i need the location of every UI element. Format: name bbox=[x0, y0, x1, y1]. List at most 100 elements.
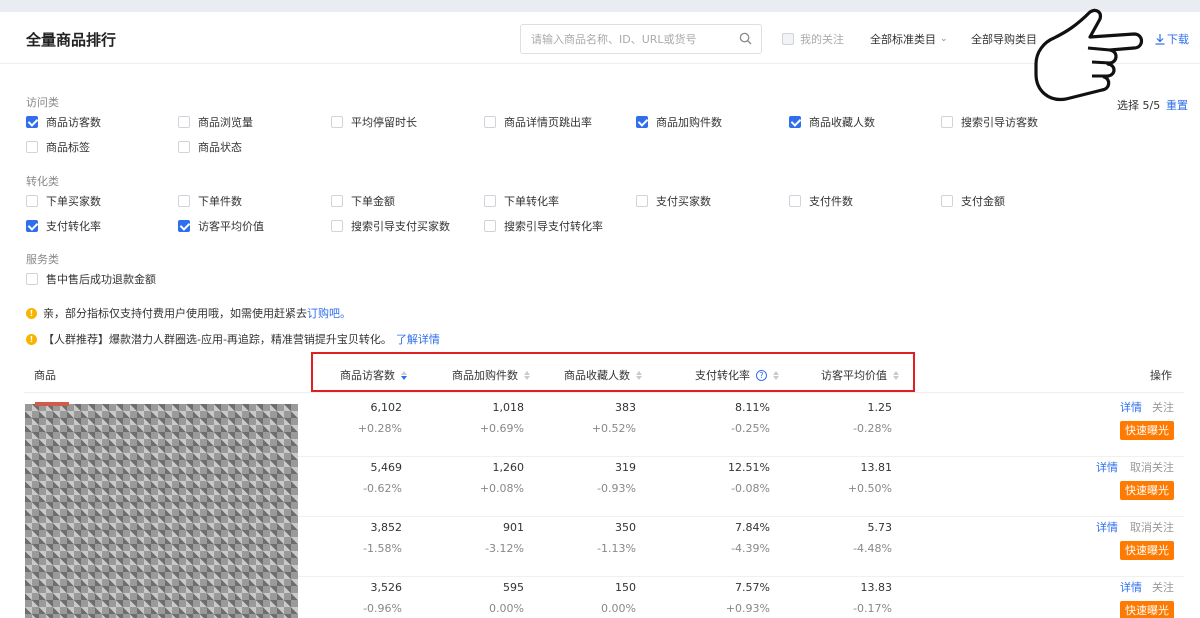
download-label: 下载 bbox=[1167, 33, 1189, 46]
cell-visitors: 6,102 +0.28% bbox=[282, 397, 402, 439]
option-pay-buyers[interactable]: 支付买家数 bbox=[636, 193, 711, 209]
product-image-mosaic[interactable] bbox=[25, 404, 298, 618]
learn-more-link[interactable]: 了解详情 bbox=[396, 331, 440, 347]
standard-category-label: 全部标准类目 bbox=[870, 33, 936, 46]
option-search-visitors[interactable]: 搜索引导访客数 bbox=[941, 114, 1038, 130]
search-box[interactable] bbox=[520, 24, 762, 54]
detail-link[interactable]: 详情 bbox=[1096, 517, 1118, 538]
change: -3.12% bbox=[485, 542, 524, 555]
follow-link[interactable]: 关注 bbox=[1152, 397, 1174, 418]
option-order-buyers[interactable]: 下单买家数 bbox=[26, 193, 101, 209]
cell-favorites: 383 +0.52% bbox=[516, 397, 636, 439]
checkbox[interactable] bbox=[331, 195, 343, 207]
option-label: 商品详情页跳出率 bbox=[504, 116, 592, 129]
checkbox[interactable] bbox=[178, 195, 190, 207]
option-label: 商品访客数 bbox=[46, 116, 101, 129]
download-button[interactable]: 下载 bbox=[1155, 31, 1189, 47]
quick-expose-button[interactable]: 快速曝光 bbox=[1120, 601, 1174, 618]
cell-pay-conv: 8.11% -0.25% bbox=[650, 397, 770, 439]
option-product-status[interactable]: 商品状态 bbox=[178, 139, 242, 155]
checkbox[interactable] bbox=[26, 273, 38, 285]
unfollow-link[interactable]: 取消关注 bbox=[1130, 517, 1174, 538]
search-icon[interactable] bbox=[739, 32, 752, 45]
change: -0.93% bbox=[597, 482, 636, 495]
option-label: 商品状态 bbox=[198, 141, 242, 154]
unfollow-link[interactable]: 取消关注 bbox=[1130, 457, 1174, 478]
value: 5,469 bbox=[370, 461, 403, 474]
checkbox[interactable] bbox=[789, 195, 801, 207]
checkbox[interactable] bbox=[484, 220, 496, 232]
detail-link[interactable]: 详情 bbox=[1096, 457, 1118, 478]
guide-category-dropdown[interactable]: 全部导购类目 bbox=[971, 31, 1037, 47]
change: -0.25% bbox=[731, 422, 770, 435]
cell-add-cart: 595 0.00% bbox=[404, 577, 524, 618]
option-pay-conv-rate[interactable]: 支付转化率 bbox=[26, 218, 101, 234]
checkbox[interactable] bbox=[331, 116, 343, 128]
checkbox[interactable] bbox=[636, 116, 648, 128]
option-add-cart[interactable]: 商品加购件数 bbox=[636, 114, 722, 130]
change: -4.48% bbox=[853, 542, 892, 555]
value: 13.83 bbox=[860, 581, 893, 594]
quick-expose-button[interactable]: 快速曝光 bbox=[1120, 541, 1174, 560]
my-follow-filter[interactable]: 我的关注 bbox=[782, 31, 844, 47]
row-ops: 详情 关注 快速曝光 bbox=[1054, 577, 1174, 618]
detail-link[interactable]: 详情 bbox=[1120, 577, 1142, 598]
option-label: 支付金额 bbox=[961, 195, 1005, 208]
checkbox[interactable] bbox=[26, 116, 38, 128]
option-label: 下单转化率 bbox=[504, 195, 559, 208]
selection-count: 选择 5/5 bbox=[1117, 99, 1161, 112]
quick-expose-button[interactable]: 快速曝光 bbox=[1120, 421, 1174, 440]
option-favorites[interactable]: 商品收藏人数 bbox=[789, 114, 875, 130]
change: -0.96% bbox=[363, 602, 402, 615]
reset-button[interactable]: 重置 bbox=[1166, 97, 1188, 113]
option-label: 下单买家数 bbox=[46, 195, 101, 208]
change: +0.52% bbox=[591, 422, 636, 435]
checkbox[interactable] bbox=[789, 116, 801, 128]
option-label: 支付买家数 bbox=[656, 195, 711, 208]
option-pageviews[interactable]: 商品浏览量 bbox=[178, 114, 253, 130]
option-order-amount[interactable]: 下单金额 bbox=[331, 193, 395, 209]
option-visitor-value[interactable]: 访客平均价值 bbox=[178, 218, 264, 234]
option-search-pay-conv[interactable]: 搜索引导支付转化率 bbox=[484, 218, 603, 234]
quick-expose-button[interactable]: 快速曝光 bbox=[1120, 481, 1174, 500]
checkbox[interactable] bbox=[331, 220, 343, 232]
notice-paid-metrics: ! 亲，部分指标仅支持付费用户使用哦，如需使用赶紧去 订购吧。 bbox=[26, 305, 351, 321]
subscribe-link[interactable]: 订购吧。 bbox=[307, 305, 351, 321]
option-label: 搜索引导访客数 bbox=[961, 116, 1038, 129]
option-product-tag[interactable]: 商品标签 bbox=[26, 139, 90, 155]
option-bounce-rate[interactable]: 商品详情页跳出率 bbox=[484, 114, 592, 130]
checkbox[interactable] bbox=[484, 195, 496, 207]
option-order-items[interactable]: 下单件数 bbox=[178, 193, 242, 209]
option-order-conv-rate[interactable]: 下单转化率 bbox=[484, 193, 559, 209]
value: 1.25 bbox=[867, 401, 893, 414]
top-strip bbox=[0, 0, 1200, 12]
notice-crowd-recommend: ! 【人群推荐】爆款潜力人群圈选-应用-再追踪，精准营销提升宝贝转化。 了解详情 bbox=[26, 331, 440, 347]
row-ops: 详情 取消关注 快速曝光 bbox=[1054, 457, 1174, 517]
option-avg-stay[interactable]: 平均停留时长 bbox=[331, 114, 417, 130]
checkbox[interactable] bbox=[178, 220, 190, 232]
checkbox[interactable] bbox=[178, 141, 190, 153]
checkbox[interactable] bbox=[484, 116, 496, 128]
follow-link[interactable]: 关注 bbox=[1152, 577, 1174, 598]
checkbox[interactable] bbox=[26, 195, 38, 207]
option-label: 下单件数 bbox=[198, 195, 242, 208]
cell-pay-conv: 12.51% -0.08% bbox=[650, 457, 770, 499]
checkbox[interactable] bbox=[941, 116, 953, 128]
value: 1,260 bbox=[492, 461, 525, 474]
detail-link[interactable]: 详情 bbox=[1120, 397, 1142, 418]
option-pay-items[interactable]: 支付件数 bbox=[789, 193, 853, 209]
my-follow-checkbox[interactable] bbox=[782, 33, 794, 45]
checkbox[interactable] bbox=[26, 141, 38, 153]
option-pay-amount[interactable]: 支付金额 bbox=[941, 193, 1005, 209]
standard-category-dropdown[interactable]: 全部标准类目 ⌄ bbox=[870, 31, 948, 47]
checkbox[interactable] bbox=[941, 195, 953, 207]
option-search-pay-buyers[interactable]: 搜索引导支付买家数 bbox=[331, 218, 450, 234]
option-refund-amount[interactable]: 售中售后成功退款金额 bbox=[26, 271, 156, 287]
row-ops: 详情 取消关注 快速曝光 bbox=[1054, 517, 1174, 577]
cell-add-cart: 1,260 +0.08% bbox=[404, 457, 524, 499]
checkbox[interactable] bbox=[636, 195, 648, 207]
checkbox[interactable] bbox=[26, 220, 38, 232]
search-input[interactable] bbox=[531, 25, 731, 53]
option-visitors[interactable]: 商品访客数 bbox=[26, 114, 101, 130]
checkbox[interactable] bbox=[178, 116, 190, 128]
